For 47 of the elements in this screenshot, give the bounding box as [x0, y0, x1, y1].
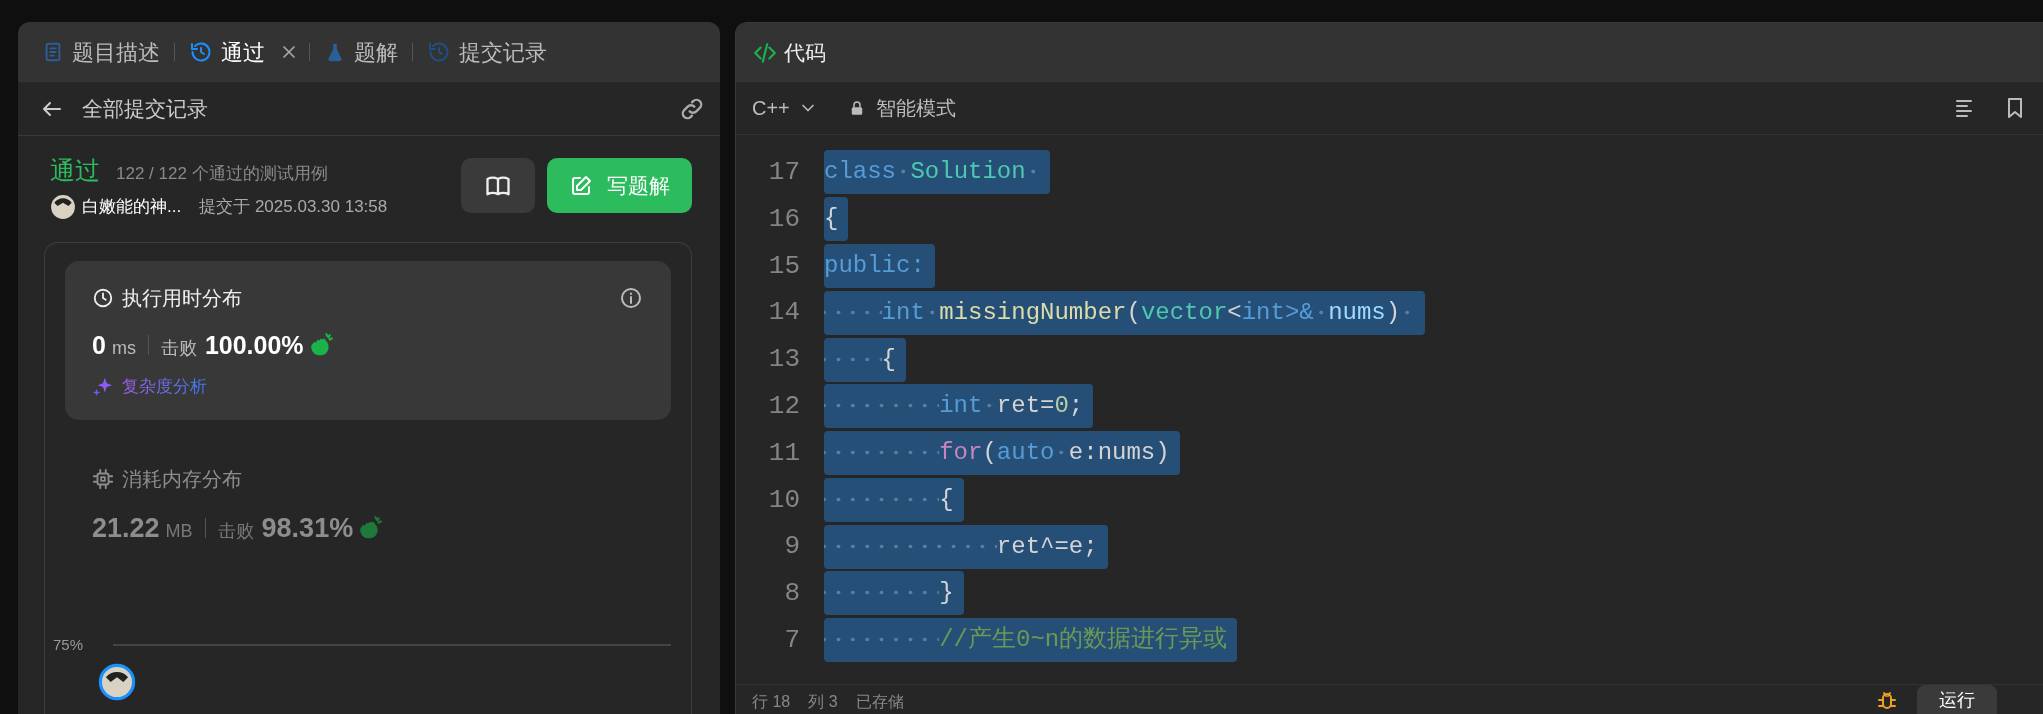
- cursor-line: 行 18: [752, 692, 791, 712]
- line-number: 16: [767, 202, 800, 236]
- tab[interactable]: 题目描述: [38, 35, 164, 69]
- line-number: 10: [767, 483, 800, 517]
- save-status: 已存储: [855, 692, 904, 712]
- beats-percent: 98.31%: [261, 511, 354, 545]
- line-number: 13: [767, 343, 800, 377]
- status-text: 通过: [50, 155, 100, 186]
- testcase-count: 122 / 122 个通过的测试用例: [116, 163, 328, 185]
- line-number: 14: [767, 296, 800, 330]
- line-number: 7: [783, 623, 800, 657]
- history-icon: [189, 40, 213, 64]
- stat-value: 0: [92, 329, 106, 361]
- line-number: 8: [783, 577, 800, 611]
- beats-percent: 100.00%: [204, 329, 304, 361]
- mode-label[interactable]: 智能模式: [875, 93, 956, 123]
- line-number: 11: [767, 436, 800, 470]
- cursor-column: 列 3: [808, 690, 838, 714]
- beats-label: 击败: [160, 336, 197, 360]
- beats-label: 击败: [217, 519, 254, 543]
- chip-icon: [92, 467, 114, 490]
- stat-unit: MB: [165, 519, 193, 543]
- notes-button[interactable]: [461, 158, 535, 214]
- stat-unit: ms: [111, 336, 136, 360]
- tab[interactable]: 题解: [320, 35, 402, 69]
- line-number: 12: [767, 390, 800, 423]
- axis-tick-label: 75%: [53, 635, 85, 655]
- tab[interactable]: 通过: [185, 35, 269, 69]
- section-title: 消耗内存分布: [122, 466, 242, 492]
- info-icon[interactable]: [619, 285, 643, 310]
- stat-value: 21.22: [92, 511, 160, 545]
- submit-time: 提交于 2025.03.30 13:58: [199, 195, 388, 218]
- avatar-marker: [98, 662, 136, 701]
- history-icon: [427, 40, 451, 64]
- line-number: 15: [767, 249, 800, 283]
- page-title: 全部提交记录: [82, 95, 208, 122]
- line-number: 9: [783, 530, 800, 564]
- avatar: [50, 193, 76, 220]
- panel-title: 代码: [784, 39, 826, 66]
- section-title: 执行用时分布: [122, 285, 242, 311]
- clock-icon: [92, 286, 114, 309]
- author-name[interactable]: 白嫩能的神...: [82, 193, 182, 220]
- pencil-icon: [569, 173, 593, 198]
- line-number: 17: [767, 156, 800, 189]
- language-select[interactable]: C++: [752, 93, 818, 123]
- run-button[interactable]: 运行: [1917, 685, 1997, 714]
- tab[interactable]: 提交记录: [423, 35, 551, 69]
